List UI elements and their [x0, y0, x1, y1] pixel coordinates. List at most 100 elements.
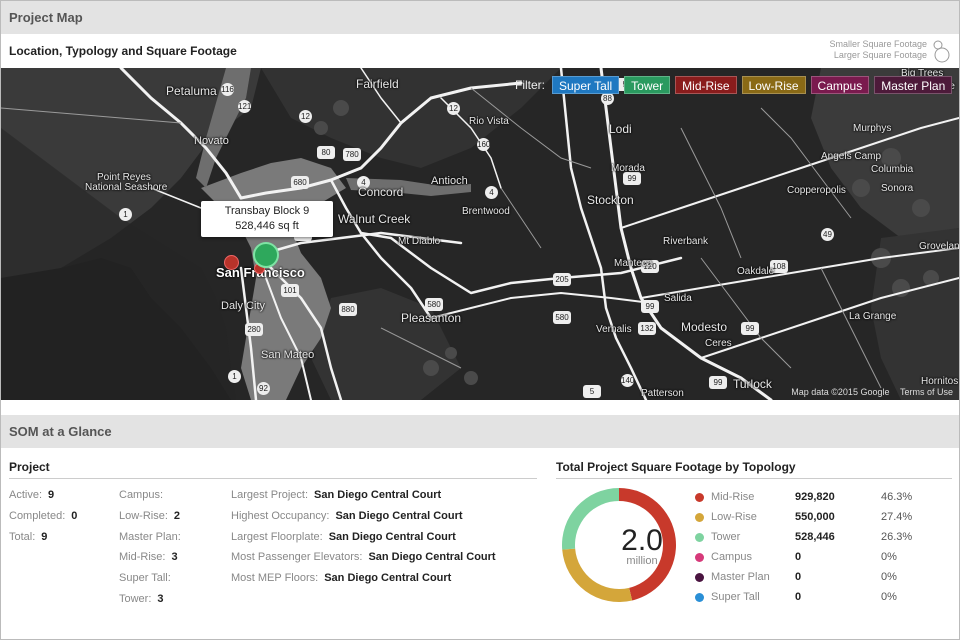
city-pleasanton: Pleasanton [401, 311, 462, 325]
city-groveland: Groveland [919, 241, 959, 252]
project-map[interactable]: 116 121 12 80 780 680 4 160 5 88 12 99 4… [1, 68, 959, 400]
route-shield-99d: 99 [709, 376, 727, 389]
typology-filter: Filter: Super Tall Tower Mid-Rise Low-Ri… [515, 76, 953, 94]
legend-row-mid-rise: Mid-Rise 929,820 46.3% [695, 489, 955, 507]
glance-header: SOM at a Glance [1, 415, 959, 448]
city-columbia: Columbia [871, 164, 914, 175]
city-hornitos: Hornitos [921, 376, 959, 387]
filter-tower-button[interactable]: Tower [624, 76, 671, 94]
city-patterson: Patterson [641, 388, 684, 399]
divider [9, 478, 537, 479]
legend-name: Tower [711, 531, 741, 543]
city-daly-city: Daly City [221, 300, 266, 312]
legend-value: 0 [795, 571, 802, 583]
city-modesto: Modesto [681, 320, 728, 334]
record-largest-project: Largest Project: San Diego Central Court [231, 489, 442, 501]
city-angels-camp: Angels Camp [821, 151, 882, 162]
legend-percent: 0% [881, 551, 897, 563]
stat-completed: Completed: 0 [9, 510, 78, 522]
legend-row-campus: Campus 0 0% [695, 549, 955, 567]
route-shield-92: 92 [257, 382, 270, 395]
city-national-seashore: National Seashore [85, 182, 168, 193]
donut-total-unit: million [626, 555, 658, 567]
route-shield-116: 116 [221, 83, 234, 96]
city-lodi: Lodi [609, 122, 632, 136]
size-legend-larger: Larger Square Footage [833, 50, 927, 60]
city-brentwood: Brentwood [462, 206, 510, 217]
city-salida: Salida [664, 293, 692, 304]
city-riverbank: Riverbank [663, 236, 709, 247]
legend-row-master-plan: Master Plan 0 0% [695, 569, 955, 587]
city-novato: Novato [194, 135, 229, 147]
city-petaluma: Petaluma [166, 84, 217, 98]
size-legend-smaller: Smaller Square Footage [829, 39, 927, 49]
legend-name: Mid-Rise [711, 491, 755, 503]
project-map-header: Project Map [1, 1, 959, 34]
filter-low-rise-button[interactable]: Low-Rise [741, 76, 806, 94]
map-subtitle: Location, Typology and Square Footage [9, 44, 237, 58]
map-marker-mid-rise[interactable] [224, 255, 239, 270]
city-sonora: Sonora [881, 183, 914, 194]
route-shield-99b: 99 [641, 300, 659, 313]
filter-master-plan-button[interactable]: Master Plan [874, 76, 953, 94]
route-shield-132: 132 [638, 322, 656, 335]
size-legend-circles-icon [933, 40, 950, 63]
legend-swatch [695, 553, 704, 562]
stat-super-tall: Super Tall: [119, 572, 171, 584]
legend-percent: 26.3% [881, 531, 913, 543]
filter-super-tall-button[interactable]: Super Tall [552, 76, 620, 94]
route-shield-12b: 12 [447, 102, 460, 115]
stat-low-rise: Low-Rise: 2 [119, 510, 181, 522]
route-shield-12: 12 [299, 110, 312, 123]
project-stats-panel: Project Active: 9 Completed: 0 Total: 9 Cam… [1, 449, 541, 639]
legend-value: 929,820 [795, 491, 835, 503]
topology-title: Total Project Square Footage by Topology [556, 460, 796, 474]
stat-active: Active: 9 [9, 489, 55, 501]
project-stats-title: Project [9, 460, 50, 474]
route-shield-4b: 4 [485, 186, 498, 199]
map-marker-tower-transbay[interactable] [253, 242, 279, 268]
legend-swatch [695, 513, 704, 522]
route-shield-680: 680 [291, 176, 309, 189]
record-most-mep-floors: Most MEP Floors: San Diego Central Court [231, 572, 452, 584]
city-murphys: Murphys [853, 123, 892, 134]
filter-campus-button[interactable]: Campus [810, 76, 870, 94]
city-copperopolis: Copperopolis [787, 185, 846, 196]
stat-mid-rise: Mid-Rise: 3 [119, 551, 178, 563]
city-fairfield: Fairfield [356, 77, 399, 91]
legend-name: Super Tall [711, 591, 760, 603]
city-antioch: Antioch [431, 175, 468, 187]
filter-mid-rise-button[interactable]: Mid-Rise [675, 76, 737, 94]
route-shield-580b: 580 [553, 311, 571, 324]
record-most-passenger-elevators: Most Passenger Elevators: San Diego Centr… [231, 551, 496, 563]
legend-swatch [695, 533, 704, 542]
legend-percent: 27.4% [881, 511, 913, 523]
city-san-mateo: San Mateo [261, 349, 315, 361]
legend-name: Low-Rise [711, 511, 757, 523]
stat-master-plan: Master Plan: [119, 531, 181, 543]
legend-name: Master Plan [711, 571, 770, 583]
city-mt-diablo: Mt Diablo [398, 236, 441, 247]
route-shield-580: 580 [425, 298, 443, 311]
legend-row-tower: Tower 528,446 26.3% [695, 529, 955, 547]
legend-percent: 0% [881, 571, 897, 583]
terms-of-use-link[interactable]: Terms of Use [900, 387, 953, 397]
legend-percent: 0% [881, 591, 897, 603]
route-shield-160: 160 [477, 138, 491, 151]
city-ceres: Ceres [705, 338, 732, 349]
route-shield-80: 80 [317, 146, 335, 159]
route-shield-780: 780 [343, 148, 361, 161]
legend-row-low-rise: Low-Rise 550,000 27.4% [695, 509, 955, 527]
city-vernalis: Vernalis [596, 324, 632, 335]
stat-total: Total: 9 [9, 531, 48, 543]
route-shield-121: 121 [238, 100, 252, 113]
filter-label: Filter: [515, 78, 545, 92]
legend-name: Campus [711, 551, 752, 563]
stat-campus: Campus: [119, 489, 164, 501]
record-highest-occupancy: Highest Occupancy: San Diego Central Cour… [231, 510, 463, 522]
route-shield-1: 1 [228, 370, 241, 383]
legend-swatch [695, 493, 704, 502]
city-rio-vista: Rio Vista [469, 116, 509, 127]
city-morada: Morada [611, 163, 645, 174]
route-shield-1b: 1 [119, 208, 132, 221]
